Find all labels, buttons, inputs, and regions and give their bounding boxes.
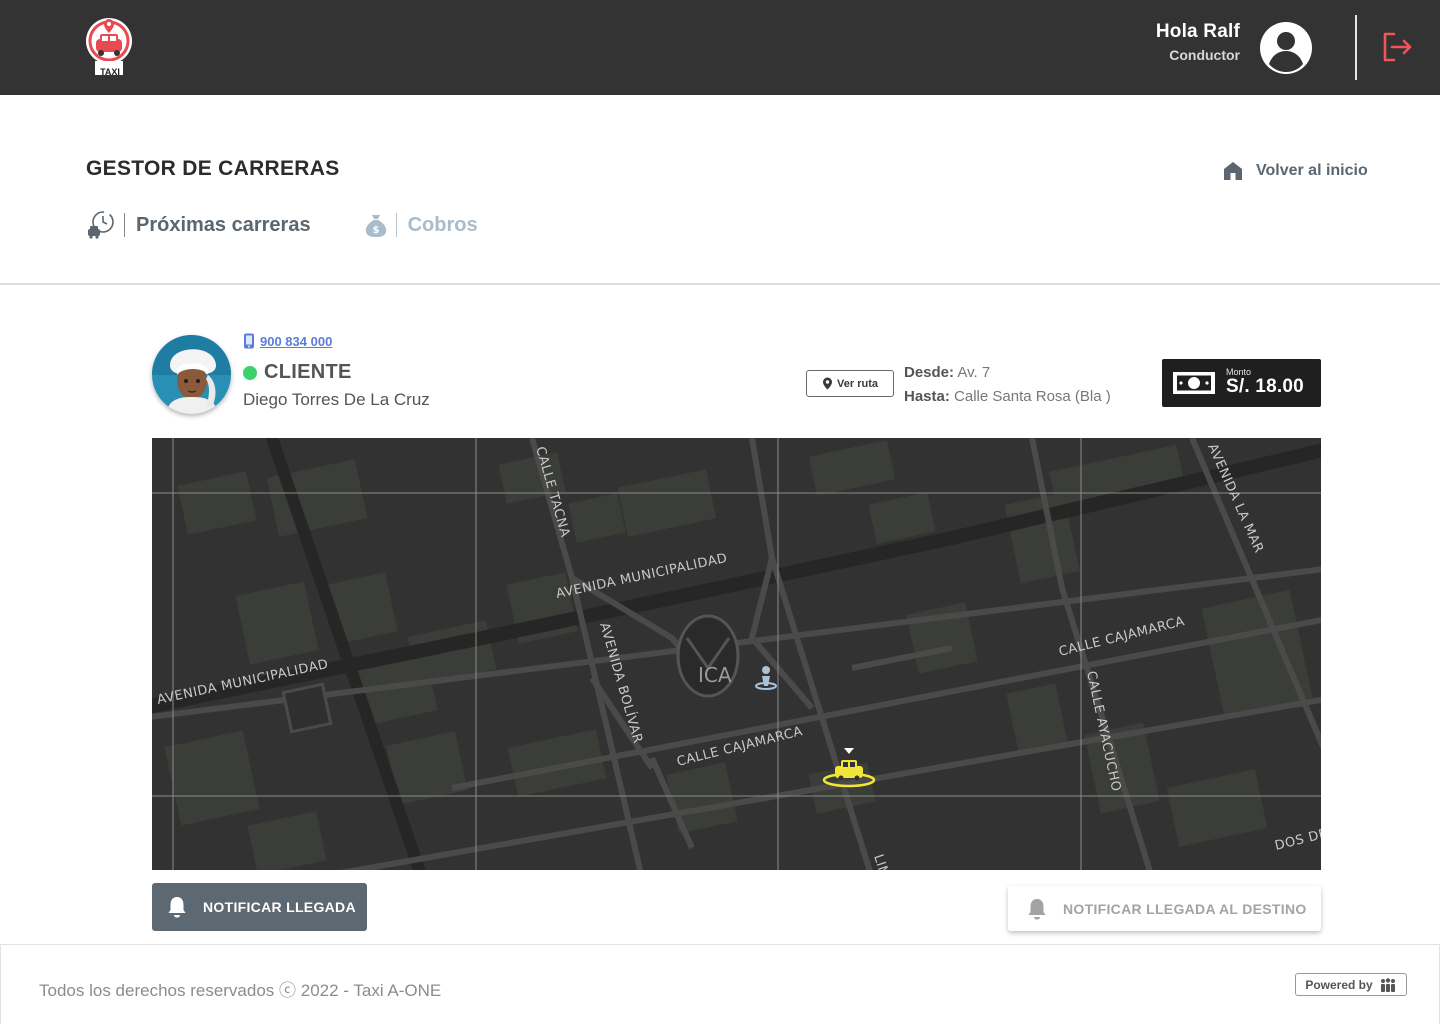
client-phone-link[interactable]: 900 834 000 xyxy=(260,334,332,349)
taxi-logo[interactable]: TAXI xyxy=(83,13,137,81)
svg-text:$: $ xyxy=(372,225,379,236)
powered-by-badge[interactable]: Powered by xyxy=(1295,973,1407,996)
section-divider xyxy=(0,283,1440,285)
view-route-button[interactable]: Ver ruta xyxy=(806,370,894,397)
route-from: Desde: Av. 7 xyxy=(904,361,1111,385)
online-status-dot xyxy=(243,365,257,380)
client-status: CLIENTE xyxy=(243,361,352,384)
tab-proximas-label: Próximas carreras xyxy=(136,213,311,236)
tab-proximas-carreras[interactable]: Próximas carreras xyxy=(86,210,311,240)
back-home-link[interactable]: Volver al inicio xyxy=(1223,161,1368,181)
view-route-label: Ver ruta xyxy=(837,377,878,390)
bell-icon xyxy=(1028,898,1046,919)
notify-destination-button[interactable]: NOTIFICAR LLEGADA AL DESTINO xyxy=(1008,886,1321,931)
client-status-label: CLIENTE xyxy=(264,361,352,383)
route-to-value: Calle Santa Rosa (Bla ) xyxy=(954,388,1111,405)
client-avatar xyxy=(152,335,231,414)
fare-amount: S/. 18.00 xyxy=(1226,376,1304,397)
route-from-label: Desde: xyxy=(904,364,955,381)
route-to: Hasta: Calle Santa Rosa (Bla ) xyxy=(904,385,1111,409)
banknote-icon xyxy=(1173,372,1215,394)
money-bag-icon: $ xyxy=(365,215,386,237)
user-name: Hola Ralf xyxy=(1155,21,1240,42)
tab-cobros[interactable]: $ Cobros xyxy=(364,212,478,238)
map-city-label: ICA xyxy=(698,663,732,687)
logo-text: TAXI xyxy=(100,67,120,77)
footer-copyright: Todos los derechos reservados ⓒ 2022 - T… xyxy=(39,981,442,1000)
tab-separator xyxy=(395,213,397,237)
powered-by-label: Powered by xyxy=(1305,977,1373,992)
page-title: GESTOR DE CARRERAS xyxy=(86,157,340,180)
user-greeting: Hola Ralf Conductor xyxy=(1156,21,1240,63)
user-role: Conductor xyxy=(1169,47,1240,63)
tab-separator xyxy=(124,213,125,237)
client-name: Diego Torres De La Cruz xyxy=(243,390,430,409)
fare-box: Monto S/. 18.00 xyxy=(1162,359,1321,407)
route-to-label: Hasta: xyxy=(904,388,950,405)
logout-icon[interactable] xyxy=(1380,30,1414,64)
home-icon xyxy=(1224,162,1242,180)
clock-taxi-icon xyxy=(88,211,114,239)
team-icon xyxy=(1380,977,1395,992)
route-from-value: Av. 7 xyxy=(957,364,991,381)
tab-cobros-label: Cobros xyxy=(407,213,478,236)
footer: Todos los derechos reservados ⓒ 2022 - T… xyxy=(0,944,1440,1024)
notify-arrival-label: NOTIFICAR LLEGADA xyxy=(203,899,356,915)
client-phone[interactable]: 900 834 000 xyxy=(243,333,332,349)
user-avatar-icon[interactable] xyxy=(1260,22,1312,74)
bell-icon xyxy=(168,897,186,918)
notify-destination-label: NOTIFICAR LLEGADA AL DESTINO xyxy=(1063,900,1307,917)
back-home-label: Volver al inicio xyxy=(1256,162,1368,179)
tab-bar: Próximas carreras $ Cobros xyxy=(86,210,478,240)
phone-icon xyxy=(244,333,254,349)
top-bar: TAXI Hola Ralf Conductor xyxy=(0,0,1440,95)
route-map[interactable]: AVENIDA MUNICIPALIDAD AVENIDA MUNICIPALI… xyxy=(152,438,1321,870)
location-pin-icon xyxy=(823,377,833,390)
notify-arrival-button[interactable]: NOTIFICAR LLEGADA xyxy=(152,883,367,931)
header-divider xyxy=(1355,15,1357,80)
route-info: Desde: Av. 7 Hasta: Calle Santa Rosa (Bl… xyxy=(904,361,1111,409)
